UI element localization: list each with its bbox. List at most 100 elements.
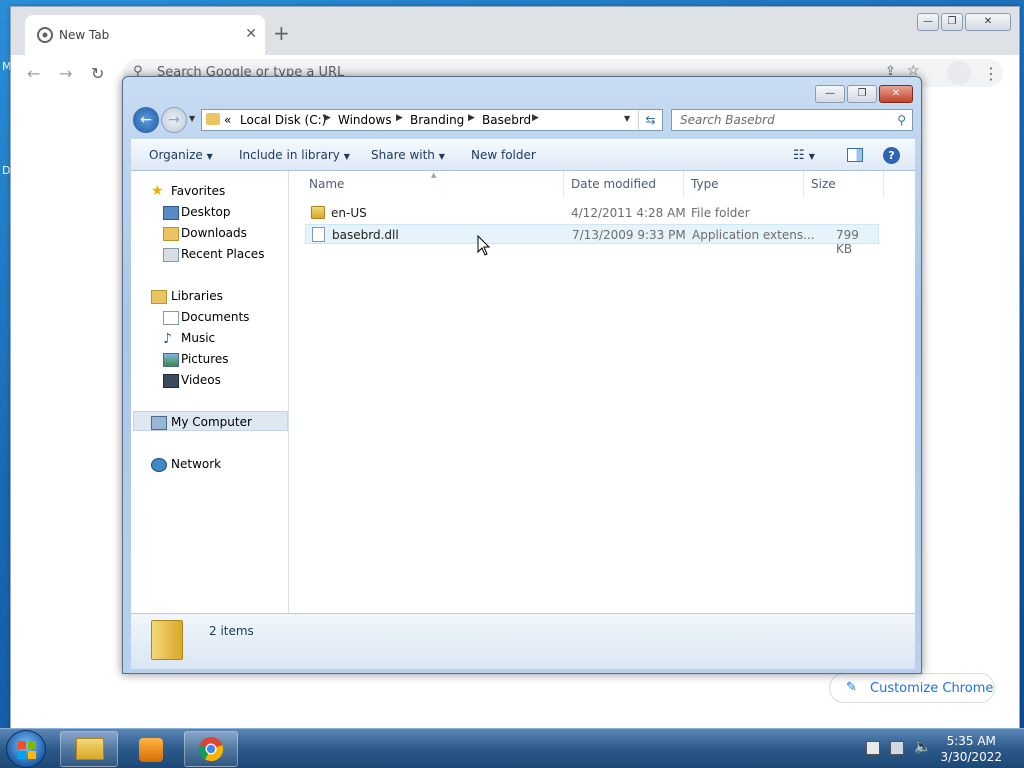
preview-pane-icon[interactable] [847, 148, 863, 162]
videos-icon [163, 374, 179, 388]
view-options-icon[interactable]: ☷ ▼ [793, 148, 815, 163]
breadcrumb-arrow-icon[interactable]: ▶ [468, 113, 475, 123]
profile-avatar[interactable] [947, 61, 971, 85]
back-arrow-icon[interactable]: ← [27, 64, 40, 83]
menu-dots-icon[interactable]: ⋮ [983, 64, 999, 83]
action-center-flag-icon[interactable] [866, 741, 880, 755]
system-clock[interactable]: 5:35 AM 3/30/2022 [940, 733, 1002, 765]
sort-arrow-icon: ▲ [431, 171, 437, 179]
taskbar-chrome[interactable] [184, 731, 238, 767]
windows-logo-icon [18, 741, 36, 759]
breadcrumb-windows[interactable]: Windows [338, 113, 392, 127]
file-size: 799 KB [836, 228, 859, 256]
reload-icon[interactable]: ↻ [91, 64, 104, 83]
column-header-date[interactable]: Date modified [571, 177, 656, 191]
libraries-icon [151, 290, 167, 304]
network-icon [151, 458, 167, 472]
chevron-down-icon: ▼ [438, 152, 445, 161]
include-in-library-menu[interactable]: Include in library ▼ [239, 148, 350, 162]
column-header-type[interactable]: Type [691, 177, 719, 191]
clock-date: 3/30/2022 [940, 750, 1002, 764]
share-with-menu[interactable]: Share with ▼ [371, 148, 445, 162]
column-header-size[interactable]: Size [811, 177, 836, 191]
mouse-cursor-icon [477, 235, 491, 256]
close-button[interactable]: ✕ [965, 13, 1011, 31]
address-dropdown-icon[interactable]: ▼ [624, 114, 630, 123]
breadcrumb-overflow[interactable]: « [224, 113, 231, 127]
nav-pictures[interactable]: Pictures [181, 352, 229, 366]
folder-icon [311, 206, 325, 219]
breadcrumb-arrow-icon[interactable]: ▶ [324, 113, 331, 123]
forward-button[interactable]: → [161, 107, 187, 133]
folder-icon [206, 113, 220, 125]
breadcrumb-arrow-icon[interactable]: ▶ [396, 113, 403, 123]
nav-favorites[interactable]: Favorites [171, 184, 225, 198]
nav-videos[interactable]: Videos [181, 373, 221, 387]
file-type: Application extens... [692, 228, 815, 242]
chevron-down-icon: ▼ [206, 152, 213, 161]
network-tray-icon[interactable] [890, 741, 904, 755]
file-row[interactable]: en-US 4/12/2011 4:28 AM File folder [305, 203, 879, 223]
search-icon[interactable]: ⚲ [897, 113, 906, 127]
breadcrumb-branding[interactable]: Branding [410, 113, 464, 127]
taskbar-media-player[interactable] [122, 731, 180, 767]
help-icon[interactable]: ? [883, 147, 900, 164]
search-placeholder: Search Basebrd [680, 113, 775, 127]
chrome-logo-icon [198, 737, 224, 762]
downloads-folder-icon [163, 227, 179, 241]
file-row-selected[interactable]: basebrd.dll 7/13/2009 9:33 PM Applicatio… [305, 224, 879, 256]
explorer-window: — ❐ ✕ ← → ▼ « Local Disk (C:) ▶ Windows … [122, 76, 922, 674]
new-folder-button[interactable]: New folder [471, 148, 536, 162]
explorer-maximize-button[interactable]: ❐ [847, 85, 877, 103]
explorer-close-button[interactable]: ✕ [879, 85, 913, 103]
address-bar[interactable]: « Local Disk (C:) ▶ Windows ▶ Branding ▶… [201, 109, 663, 131]
tab-close-icon[interactable]: ✕ [245, 26, 257, 42]
back-button[interactable]: ← [133, 107, 159, 133]
nav-downloads[interactable]: Downloads [181, 226, 247, 240]
minimize-button[interactable]: — [917, 13, 939, 31]
file-list: Name ▲ Date modified Type Size en-US 4/1… [291, 171, 915, 613]
taskbar-explorer[interactable] [60, 731, 118, 767]
folder-icon [76, 738, 104, 760]
refresh-icon[interactable]: ⇆ [638, 110, 662, 130]
breadcrumb-local-disk[interactable]: Local Disk (C:) [240, 113, 326, 127]
breadcrumb-arrow-icon[interactable]: ▶ [532, 113, 539, 123]
taskbar: 🔈 5:35 AM 3/30/2022 [0, 728, 1024, 768]
nav-desktop[interactable]: Desktop [181, 205, 231, 219]
explorer-minimize-button[interactable]: — [815, 85, 845, 103]
chevron-down-icon: ▼ [343, 152, 350, 161]
nav-music[interactable]: Music [181, 331, 215, 345]
search-box[interactable]: Search Basebrd ⚲ [671, 109, 913, 131]
forward-arrow-icon[interactable]: → [59, 64, 72, 83]
star-icon: ★ [151, 183, 164, 199]
nav-libraries[interactable]: Libraries [171, 289, 223, 303]
maximize-button[interactable]: ❐ [941, 13, 963, 31]
file-date: 7/13/2009 9:33 PM [572, 228, 686, 242]
explorer-content: ★ Favorites Desktop Downloads Recent Pla… [131, 171, 915, 613]
column-divider[interactable] [883, 171, 884, 197]
file-name: basebrd.dll [332, 228, 399, 242]
new-tab-button[interactable]: + [273, 21, 290, 45]
customize-chrome-button[interactable]: ✎ Customize Chrome [829, 673, 995, 703]
recent-pages-chevron-icon[interactable]: ▼ [189, 114, 195, 123]
nav-documents[interactable]: Documents [181, 310, 249, 324]
column-divider[interactable] [683, 171, 684, 197]
folder-large-icon [151, 620, 183, 660]
breadcrumb-basebrd[interactable]: Basebrd [482, 113, 531, 127]
nav-my-computer[interactable]: My Computer [171, 415, 252, 429]
organize-menu[interactable]: Organize ▼ [149, 148, 213, 162]
column-header-name[interactable]: Name [309, 177, 344, 191]
tab-new-tab[interactable]: New Tab ✕ [25, 15, 265, 55]
navigation-pane: ★ Favorites Desktop Downloads Recent Pla… [131, 171, 289, 613]
details-pane: 2 items [131, 613, 915, 669]
start-button[interactable] [6, 730, 46, 768]
clock-time: 5:35 AM [946, 734, 996, 748]
nav-recent-places[interactable]: Recent Places [181, 247, 264, 261]
nav-network[interactable]: Network [171, 457, 221, 471]
desktop-icon [163, 206, 179, 220]
volume-icon[interactable]: 🔈 [914, 739, 931, 755]
navigation-bar: ← → ▼ « Local Disk (C:) ▶ Windows ▶ Bran… [131, 105, 915, 135]
pencil-icon: ✎ [846, 680, 857, 695]
column-divider[interactable] [563, 171, 564, 197]
column-divider[interactable] [803, 171, 804, 197]
